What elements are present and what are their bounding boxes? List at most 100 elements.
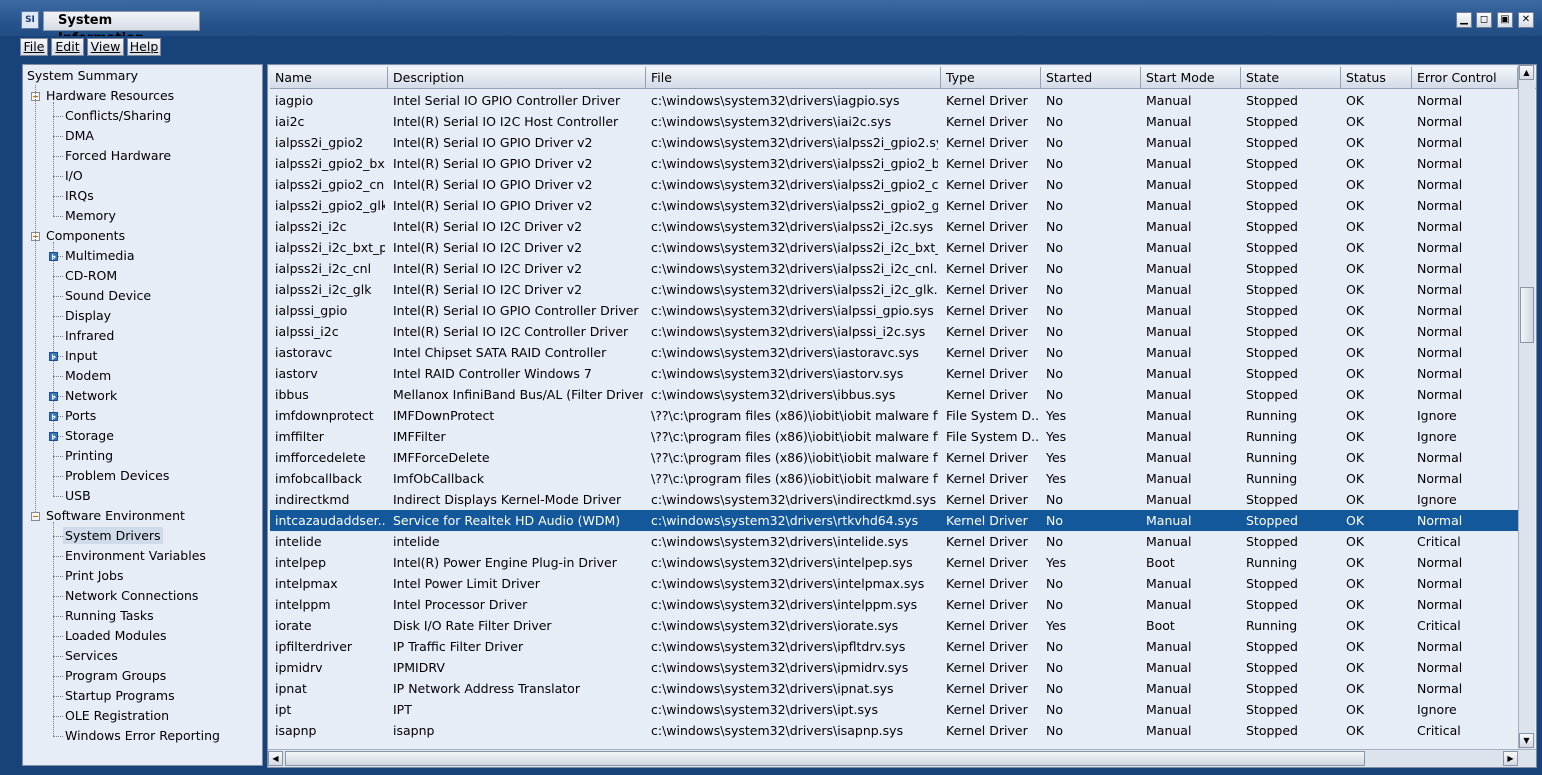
tree-item-i-o[interactable]: I/O bbox=[63, 166, 85, 186]
tree-item-storage[interactable]: Storage bbox=[63, 426, 116, 446]
menu-edit[interactable]: Edit bbox=[51, 38, 84, 56]
table-row[interactable]: imffilter IMFFilter \??\c:\program files (… bbox=[270, 426, 1518, 447]
table-row[interactable]: iastorv Intel RAID Controller Windows 7 c:… bbox=[270, 363, 1518, 384]
tree-item-components[interactable]: Components bbox=[44, 226, 127, 246]
table-row[interactable]: intelpmax Intel Power Limit Driver c:\wind… bbox=[270, 573, 1518, 594]
cell-error-control: Normal bbox=[1417, 219, 1463, 234]
table-row[interactable]: imfobcallback ImfObCallback \??\c:\program… bbox=[270, 468, 1518, 489]
table-row[interactable]: ipmidrv IPMIDRV c:\windows\system32\driver… bbox=[270, 657, 1518, 678]
table-row[interactable]: ialpssi_i2c Intel(R) Serial IO I2C Contro… bbox=[270, 321, 1518, 342]
column-header-started[interactable]: Started bbox=[1041, 67, 1141, 89]
column-header-file[interactable]: File bbox=[646, 67, 941, 89]
tree-item-infrared[interactable]: Infrared bbox=[63, 326, 116, 346]
table-row[interactable]: ialpss2i_gpio2_cnl Intel(R) Serial IO GPI… bbox=[270, 174, 1518, 195]
table-row[interactable]: iagpio Intel Serial IO GPIO Controller Dr… bbox=[270, 90, 1518, 111]
cell-state: Running bbox=[1246, 429, 1298, 444]
table-row[interactable]: ialpss2i_i2c_bxt_p Intel(R) Serial IO I2C… bbox=[270, 237, 1518, 258]
restore-icon[interactable]: ◻ bbox=[1476, 12, 1492, 28]
tree-item-conflicts-sharing[interactable]: Conflicts/Sharing bbox=[63, 106, 173, 126]
vertical-scroll-thumb[interactable] bbox=[1520, 287, 1534, 343]
table-row[interactable]: ialpss2i_gpio2 Intel(R) Serial IO GPIO Dr… bbox=[270, 132, 1518, 153]
tree-item-startup-programs[interactable]: Startup Programs bbox=[63, 686, 177, 706]
tree-item-printing[interactable]: Printing bbox=[63, 446, 115, 466]
table-row[interactable]: ialpss2i_i2c Intel(R) Serial IO I2C Drive… bbox=[270, 216, 1518, 237]
tree-item-problem-devices[interactable]: Problem Devices bbox=[63, 466, 171, 486]
table-row[interactable]: imfdownprotect IMFDownProtect \??\c:\progr… bbox=[270, 405, 1518, 426]
table-row[interactable]: ialpss2i_i2c_glk Intel(R) Serial IO I2C D… bbox=[270, 279, 1518, 300]
table-row[interactable]: ialpss2i_gpio2_bx... Intel(R) Serial IO G… bbox=[270, 153, 1518, 174]
column-header-type[interactable]: Type bbox=[941, 67, 1041, 89]
scroll-right-icon[interactable]: ▶ bbox=[1503, 751, 1518, 766]
horizontal-scrollbar[interactable]: ◀ ▶ bbox=[268, 749, 1536, 767]
table-row[interactable]: intelide intelide c:\windows\system32\driv… bbox=[270, 531, 1518, 552]
menu-file[interactable]: File bbox=[20, 38, 48, 56]
column-header-error-control[interactable]: Error Control bbox=[1412, 67, 1518, 89]
tree-item-windows-error-reporting[interactable]: Windows Error Reporting bbox=[63, 726, 222, 746]
tree-item-hardware-resources[interactable]: Hardware Resources bbox=[44, 86, 176, 106]
close-icon[interactable]: ✕ bbox=[1518, 12, 1534, 28]
column-header-description[interactable]: Description bbox=[388, 67, 646, 89]
tree-item-ole-registration[interactable]: OLE Registration bbox=[63, 706, 171, 726]
tree-item-input[interactable]: Input bbox=[63, 346, 99, 366]
scroll-up-icon[interactable]: ▲ bbox=[1519, 65, 1534, 80]
scroll-left-icon[interactable]: ◀ bbox=[268, 751, 283, 766]
table-row[interactable]: imfforcedelete IMFForceDelete \??\c:\progr… bbox=[270, 447, 1518, 468]
table-row[interactable]: ialpssi_gpio Intel(R) Serial IO GPIO Cont… bbox=[270, 300, 1518, 321]
tree-item-ports[interactable]: Ports bbox=[63, 406, 98, 426]
cell-error-control: Normal bbox=[1417, 177, 1463, 192]
tree-item-environment-variables[interactable]: Environment Variables bbox=[63, 546, 208, 566]
table-row[interactable]: ialpss2i_gpio2_glk Intel(R) Serial IO GPI… bbox=[270, 195, 1518, 216]
cell-description: IMFDownProtect bbox=[393, 408, 495, 423]
tree-item-software-environment[interactable]: Software Environment bbox=[44, 506, 187, 526]
table-row[interactable]: isapnp isapnp c:\windows\system32\drivers\… bbox=[270, 720, 1518, 741]
table-row[interactable]: ialpss2i_i2c_cnl Intel(R) Serial IO I2C D… bbox=[270, 258, 1518, 279]
tree-item-dma[interactable]: DMA bbox=[63, 126, 96, 146]
table-row[interactable]: ipt IPT c:\windows\system32\drivers\ipt.sy… bbox=[270, 699, 1518, 720]
tree-item-usb[interactable]: USB bbox=[63, 486, 93, 506]
table-row[interactable]: iastoravc Intel Chipset SATA RAID Control… bbox=[270, 342, 1518, 363]
tree-item-network[interactable]: Network bbox=[63, 386, 119, 406]
vertical-scrollbar[interactable]: ▲ ▼ bbox=[1518, 65, 1535, 749]
tree-item-print-jobs[interactable]: Print Jobs bbox=[63, 566, 126, 586]
tree-item-system-drivers[interactable]: System Drivers bbox=[63, 526, 163, 546]
tree-item-sound-device[interactable]: Sound Device bbox=[63, 286, 153, 306]
table-row[interactable]: iorate Disk I/O Rate Filter Driver c:\wind… bbox=[270, 615, 1518, 636]
tree-item-network-connections[interactable]: Network Connections bbox=[63, 586, 200, 606]
tree-item-program-groups[interactable]: Program Groups bbox=[63, 666, 168, 686]
column-header-name[interactable]: Name bbox=[270, 67, 388, 89]
tree-item-loaded-modules[interactable]: Loaded Modules bbox=[63, 626, 169, 646]
table-row[interactable]: indirectkmd Indirect Displays Kernel-Mode… bbox=[270, 489, 1518, 510]
drivers-table[interactable]: Name Description File Type Started Start Mode… bbox=[267, 64, 1537, 768]
maximize-icon[interactable]: ▣ bbox=[1497, 12, 1513, 28]
table-row[interactable]: intelppm Intel Processor Driver c:\windows… bbox=[270, 594, 1518, 615]
column-header-start-mode[interactable]: Start Mode bbox=[1141, 67, 1241, 89]
menu-help[interactable]: Help bbox=[127, 38, 161, 56]
tree-item-system-summary[interactable]: System Summary bbox=[25, 66, 140, 86]
column-header-status[interactable]: Status bbox=[1341, 67, 1412, 89]
table-row[interactable]: ipfilterdriver IP Traffic Filter Driver c:… bbox=[270, 636, 1518, 657]
tree-item-multimedia[interactable]: Multimedia bbox=[63, 246, 137, 266]
table-row[interactable]: intelpep Intel(R) Power Engine Plug-in Dr… bbox=[270, 552, 1518, 573]
minimize-icon[interactable]: ▁ bbox=[1456, 12, 1472, 28]
table-row[interactable]: iai2c Intel(R) Serial IO I2C Host Control… bbox=[270, 111, 1518, 132]
category-tree[interactable]: System Summary Hardware Resources Conflict… bbox=[22, 64, 263, 766]
cell-name: iorate bbox=[275, 618, 312, 633]
tree-item-irqs[interactable]: IRQs bbox=[63, 186, 96, 206]
tree-item-memory[interactable]: Memory bbox=[63, 206, 118, 226]
collapse-icon[interactable] bbox=[31, 512, 40, 521]
scroll-down-icon[interactable]: ▼ bbox=[1519, 733, 1534, 748]
tree-item-services[interactable]: Services bbox=[63, 646, 120, 666]
table-row[interactable]: intcazaudaddser... Service for Realtek HD… bbox=[270, 510, 1518, 531]
table-row[interactable]: ipnat IP Network Address Translator c:\win… bbox=[270, 678, 1518, 699]
table-row[interactable]: ibbus Mellanox InfiniBand Bus/AL (Filter … bbox=[270, 384, 1518, 405]
column-header-state[interactable]: State bbox=[1241, 67, 1341, 89]
menu-view[interactable]: View bbox=[87, 38, 124, 56]
tree-item-modem[interactable]: Modem bbox=[63, 366, 113, 386]
horizontal-scroll-thumb[interactable] bbox=[285, 751, 1365, 766]
tree-item-display[interactable]: Display bbox=[63, 306, 113, 326]
cell-started: No bbox=[1046, 492, 1063, 507]
tree-item-running-tasks[interactable]: Running Tasks bbox=[63, 606, 156, 626]
tree-item-forced-hardware[interactable]: Forced Hardware bbox=[63, 146, 173, 166]
system-information-app-icon[interactable]: SI bbox=[21, 11, 39, 29]
tree-item-cd-rom[interactable]: CD-ROM bbox=[63, 266, 119, 286]
